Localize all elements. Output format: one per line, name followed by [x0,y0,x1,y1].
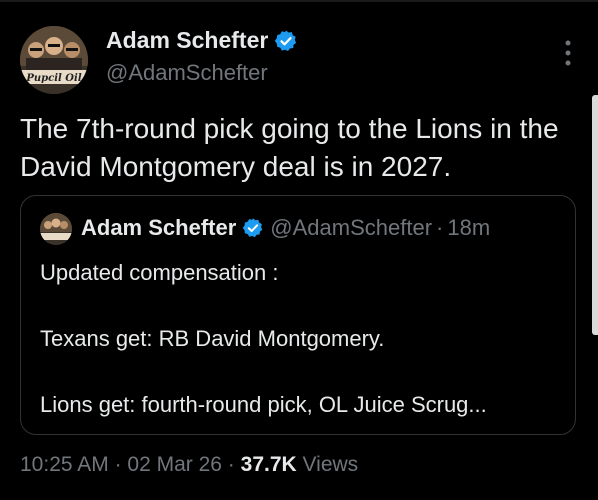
quote-avatar-image [40,213,72,245]
tweet-date[interactable]: 02 Mar 26 [127,453,222,476]
quote-body: Updated compensation : Texans get: RB Da… [40,256,565,421]
tweet-text: The 7th-round pick going to the Lions in… [20,113,559,182]
more-options-button[interactable] [556,38,580,68]
views-label: Views [296,453,359,476]
quote-author-handle: @AdamSchefter [270,215,433,240]
verified-badge-icon [275,30,297,51]
quote-header: Adam Schefter @AdamSchefter · 18m [81,215,490,241]
quote-verified-badge-icon [243,218,263,238]
meta-separator: · [221,453,241,476]
author-name-text[interactable]: Adam Schefter [106,27,268,54]
quote-line: Texans get: RB David Montgomery. [40,326,385,351]
tweet-meta: 10:25 AM · 02 Mar 26 · 37.7K Views [20,453,358,477]
quote-line: Lions get: fourth-round pick, OL Juice S… [40,392,487,417]
quote-line [40,289,565,322]
author-handle[interactable]: @AdamSchefter [106,60,268,86]
author-name[interactable]: Adam Schefter [106,27,298,54]
quote-line: Updated compensation : [40,260,279,285]
quote-separator: · [436,215,444,240]
top-divider [0,0,598,2]
tweet-time[interactable]: 10:25 AM [20,453,109,476]
quote-line [40,355,565,388]
more-vertical-icon [565,40,571,66]
avatar-image: Pupcil Oil [20,26,88,94]
meta-separator: · [108,453,128,476]
svg-text:Pupcil Oil: Pupcil Oil [25,73,81,84]
views-count: 37.7K [240,453,297,476]
quote-author-name: Adam Schefter [81,215,237,240]
quote-author-avatar [40,213,72,245]
quote-timestamp: 18m [447,215,491,240]
scroll-edge-handle [592,95,598,335]
quoted-tweet-card[interactable]: Adam Schefter @AdamSchefter · 18m Update… [20,195,576,435]
author-avatar[interactable]: Pupcil Oil [20,26,88,94]
